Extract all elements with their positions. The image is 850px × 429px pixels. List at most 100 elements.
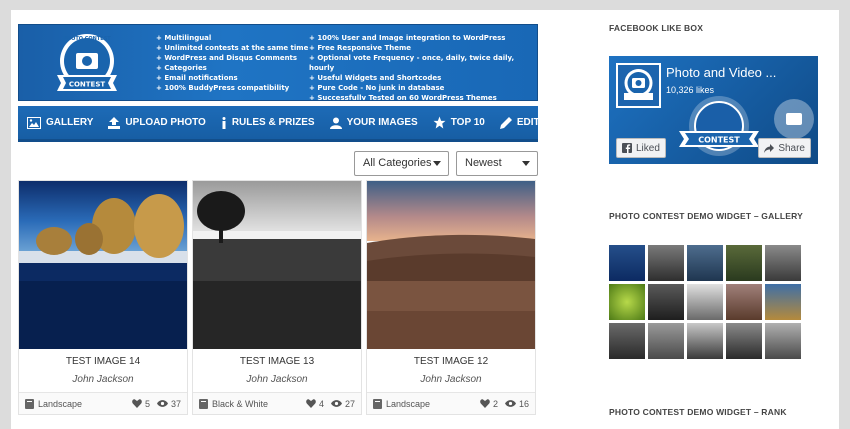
image-icon xyxy=(27,116,41,129)
nav-rules-label: RULES & PRIZES xyxy=(231,117,315,128)
photo-author[interactable]: John Jackson xyxy=(193,374,361,385)
gallery-thumbnail[interactable] xyxy=(687,284,723,320)
photo-title[interactable]: TEST IMAGE 13 xyxy=(193,356,361,367)
nav-edit[interactable]: EDIT xyxy=(491,106,550,139)
nav-edit-label: EDIT xyxy=(516,117,540,128)
card-category[interactable]: Landscape xyxy=(373,398,473,409)
gallery-thumbnail[interactable] xyxy=(609,245,645,281)
facebook-like-box[interactable]: CONTEST Photo and Video ... 10,326 likes… xyxy=(609,56,818,164)
photo-thumbnail[interactable] xyxy=(19,181,187,349)
category-select-value: All Categories xyxy=(363,157,432,169)
feature-item: Email notifications xyxy=(156,73,308,83)
gallery-thumbnail[interactable] xyxy=(765,245,801,281)
like-count-value: 5 xyxy=(144,398,150,409)
user-icon xyxy=(329,117,342,129)
nav-gallery-label: GALLERY xyxy=(46,117,94,128)
gallery-thumbnail[interactable] xyxy=(609,323,645,359)
heart-icon xyxy=(132,399,142,408)
gallery-thumbnail[interactable] xyxy=(726,245,762,281)
photo-title[interactable]: TEST IMAGE 12 xyxy=(367,356,535,367)
card-category[interactable]: Black & White xyxy=(199,398,299,409)
contest-banner[interactable]: CONTEST PHOTO CONTEST Multilingual Unlim… xyxy=(18,24,538,101)
feature-item: Categories xyxy=(156,63,308,73)
feature-item: Multilingual xyxy=(156,33,308,43)
feature-item: Unlimited contests at the same time xyxy=(156,43,308,53)
gallery-thumbnail[interactable] xyxy=(765,323,801,359)
facebook-share-label: Share xyxy=(778,142,805,154)
category-select[interactable]: All Categories xyxy=(354,151,449,176)
like-count-value: 4 xyxy=(318,398,324,409)
feature-list-left: Multilingual Unlimited contests at the s… xyxy=(156,33,308,93)
card-footer: Landscape 2 16 xyxy=(367,392,535,414)
nav-upload-label: UPLOAD PHOTO xyxy=(125,117,206,128)
facebook-liked-label: Liked xyxy=(636,142,660,154)
gallery-thumbnail[interactable] xyxy=(765,284,801,320)
feature-item: Optional vote Frequency - once, daily, t… xyxy=(309,53,537,73)
like-count-value: 2 xyxy=(492,398,498,409)
heart-icon xyxy=(480,399,490,408)
star-icon xyxy=(433,116,446,129)
nav-top10[interactable]: TOP 10 xyxy=(424,106,491,139)
nav-gallery[interactable]: GALLERY xyxy=(18,106,99,139)
photo-thumbnail[interactable] xyxy=(367,181,535,349)
like-count[interactable]: 5 xyxy=(132,399,150,409)
gallery-thumbnail[interactable] xyxy=(648,323,684,359)
book-icon xyxy=(25,398,34,409)
photo-title[interactable]: TEST IMAGE 14 xyxy=(19,356,187,367)
gallery-thumbnail[interactable] xyxy=(726,284,762,320)
feature-list-right: 100% User and Image integration to WordP… xyxy=(309,33,537,100)
gallery-thumbnail[interactable] xyxy=(687,323,723,359)
photo-author[interactable]: John Jackson xyxy=(367,374,535,385)
gallery-thumbnail[interactable] xyxy=(687,245,723,281)
like-count[interactable]: 2 xyxy=(480,399,498,409)
facebook-liked-button[interactable]: Liked xyxy=(616,138,666,158)
view-count-value: 16 xyxy=(518,398,529,409)
view-count-value: 27 xyxy=(344,398,355,409)
card-category-label: Landscape xyxy=(38,398,83,409)
sort-select[interactable]: Newest xyxy=(456,151,538,176)
contest-nav: GALLERY UPLOAD PHOTO RULES & PRIZES YOUR… xyxy=(18,106,540,142)
nav-top10-label: TOP 10 xyxy=(450,117,485,128)
view-count: 27 xyxy=(330,398,355,409)
nav-rules-prizes[interactable]: RULES & PRIZES xyxy=(212,106,321,139)
eye-icon xyxy=(330,400,342,407)
photo-card[interactable]: TEST IMAGE 12 John Jackson Landscape 2 1… xyxy=(366,180,536,415)
share-icon xyxy=(764,143,775,153)
card-footer: Landscape 5 37 xyxy=(19,392,187,414)
facebook-page-name[interactable]: Photo and Video ... xyxy=(666,65,776,80)
photo-author[interactable]: John Jackson xyxy=(19,374,187,385)
gallery-thumbnail[interactable] xyxy=(648,284,684,320)
card-footer: Black & White 4 27 xyxy=(193,392,361,414)
chevron-down-icon xyxy=(433,161,441,166)
gallery-thumbnail[interactable] xyxy=(726,323,762,359)
gallery-thumbnail[interactable] xyxy=(648,245,684,281)
feature-item: 100% BuddyPress compatibility xyxy=(156,83,308,93)
facebook-page-avatar[interactable] xyxy=(616,63,661,108)
facebook-icon xyxy=(622,143,632,153)
eye-icon xyxy=(504,400,516,407)
view-count: 16 xyxy=(504,398,529,409)
book-icon xyxy=(373,398,382,409)
feature-item: 100% User and Image integration to WordP… xyxy=(309,33,537,43)
chevron-down-icon xyxy=(522,161,530,166)
card-category[interactable]: Landscape xyxy=(25,398,125,409)
photo-card[interactable]: TEST IMAGE 14 John Jackson Landscape 5 3… xyxy=(18,180,188,415)
nav-your-images-label: YOUR IMAGES xyxy=(346,117,418,128)
nav-upload-photo[interactable]: UPLOAD PHOTO xyxy=(99,106,211,139)
nav-your-images[interactable]: YOUR IMAGES xyxy=(321,106,424,139)
svg-text:CONTEST: CONTEST xyxy=(698,136,740,145)
feature-item: Successfully Tested on 60 WordPress Them… xyxy=(309,93,537,100)
feature-item: Pure Code - No junk in database xyxy=(309,83,537,93)
facebook-share-button[interactable]: Share xyxy=(758,138,811,158)
eye-icon xyxy=(156,400,168,407)
feature-item: Free Responsive Theme xyxy=(309,43,537,53)
photo-thumbnail[interactable] xyxy=(193,181,361,349)
like-count[interactable]: 4 xyxy=(306,399,324,409)
card-category-label: Black & White xyxy=(212,398,269,409)
pencil-icon xyxy=(499,116,512,129)
gallery-thumbnail[interactable] xyxy=(609,284,645,320)
facebook-like-box-heading: FACEBOOK LIKE BOX xyxy=(609,23,704,33)
photo-card[interactable]: TEST IMAGE 13 John Jackson Black & White… xyxy=(192,180,362,415)
card-category-label: Landscape xyxy=(386,398,431,409)
feature-item: WordPress and Disqus Comments xyxy=(156,53,308,63)
